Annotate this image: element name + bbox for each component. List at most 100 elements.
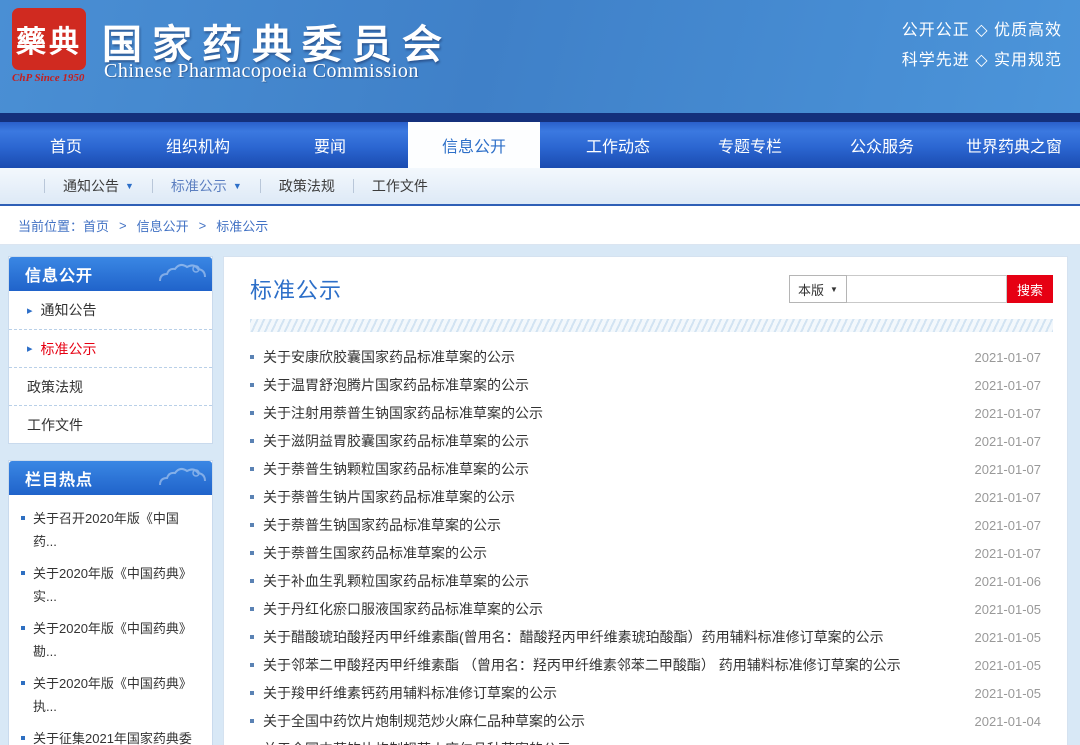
sidebar-item-work-documents[interactable]: 工作文件 — [9, 405, 212, 443]
subnav-item-policies[interactable]: 政策法规 — [279, 176, 335, 196]
hot-topic-link: 关于2020年版《中国药典》执... — [33, 672, 202, 718]
subnav-separator — [152, 179, 153, 193]
sidebar-section-hot-topics: 栏目热点 关于召开2020年版《中国药... 关于2020年版《中国药典》实..… — [8, 460, 213, 745]
table-row[interactable]: 关于滋阴益胃胶囊国家药品标准草案的公示 2021-01-07 — [250, 427, 1053, 455]
chevron-down-icon: ▼ — [125, 181, 134, 191]
slogans: 公开公正 ◇ 优质高效 科学先进 ◇ 实用规范 — [902, 16, 1062, 76]
announcement-link[interactable]: 关于安康欣胶囊国家药品标准草案的公示 — [263, 347, 515, 367]
hot-topic-link: 关于召开2020年版《中国药... — [33, 507, 202, 553]
breadcrumb-link-standard-publicity[interactable]: 标准公示 — [216, 216, 268, 235]
bullet-icon — [21, 681, 25, 685]
subnav-item-label: 通知公告 — [63, 176, 119, 196]
table-row[interactable]: 关于补血生乳颗粒国家药品标准草案的公示 2021-01-06 — [250, 567, 1053, 595]
navy-divider — [0, 113, 1080, 122]
list-item[interactable]: 关于征集2021年国家药典委员... — [21, 727, 202, 745]
main-header: 标准公示 本版 ▼ 搜索 — [250, 273, 1053, 305]
bullet-icon — [250, 383, 254, 387]
search-scope-select[interactable]: 本版 ▼ — [789, 275, 847, 303]
announcement-link[interactable]: 关于萘普生钠片国家药品标准草案的公示 — [263, 487, 515, 507]
sidebar: 信息公开 ▸ 通知公告 ▸ 标准公示 政策法规 工作文件 — [8, 256, 213, 745]
nav-item-public-service[interactable]: 公众服务 — [816, 122, 948, 168]
subnav-item-work-documents[interactable]: 工作文件 — [372, 176, 428, 196]
hot-topics-title-text: 栏目热点 — [25, 466, 93, 490]
table-row[interactable]: 关于羧甲纤维素钙药用辅料标准修订草案的公示 2021-01-05 — [250, 679, 1053, 707]
sidebar-item-notices[interactable]: ▸ 通知公告 — [9, 291, 212, 329]
nav-item-organization[interactable]: 组织机构 — [132, 122, 264, 168]
table-row[interactable]: 关于萘普生钠片国家药品标准草案的公示 2021-01-07 — [250, 483, 1053, 511]
announcement-link[interactable]: 关于邻苯二甲酸羟丙甲纤维素酯 （曾用名：羟丙甲纤维素邻苯二甲酸酯） 药用辅料标准… — [263, 655, 901, 675]
bullet-icon — [250, 607, 254, 611]
bullet-icon — [250, 411, 254, 415]
site-logo[interactable]: 藥典 — [12, 8, 86, 70]
arrow-right-icon: ▸ — [27, 304, 33, 317]
search-button[interactable]: 搜索 — [1007, 275, 1053, 303]
nav-item-work-trends[interactable]: 工作动态 — [552, 122, 684, 168]
breadcrumb: 当前位置： 首页 > 信息公开 > 标准公示 — [0, 206, 1080, 245]
announcement-link[interactable]: 关于萘普生国家药品标准草案的公示 — [263, 543, 487, 563]
slogan-line-2: 科学先进 ◇ 实用规范 — [902, 46, 1062, 76]
announcement-link[interactable]: 关于全国中药饮片炮制规范火麻仁品种草案的公示 — [263, 739, 571, 745]
announcement-date: 2021-01-04 — [975, 742, 1054, 745]
announcement-link[interactable]: 关于注射用萘普生钠国家药品标准草案的公示 — [263, 403, 543, 423]
announcement-date: 2021-01-07 — [975, 406, 1054, 421]
nav-item-world-pharmacopoeia[interactable]: 世界药典之窗 — [948, 122, 1080, 168]
subnav-item-standard-publicity[interactable]: 标准公示 ▼ — [171, 176, 242, 196]
slogan-line-1: 公开公正 ◇ 优质高效 — [902, 16, 1062, 46]
nav-item-special-topics[interactable]: 专题专栏 — [684, 122, 816, 168]
table-row[interactable]: 关于全国中药饮片炮制规范火麻仁品种草案的公示 2021-01-04 — [250, 735, 1053, 745]
announcement-link[interactable]: 关于醋酸琥珀酸羟丙甲纤维素酯(曾用名：醋酸羟丙甲纤维素琥珀酸酯）药用辅料标准修订… — [263, 627, 884, 647]
announcement-link[interactable]: 关于全国中药饮片炮制规范炒火麻仁品种草案的公示 — [263, 711, 585, 731]
table-row[interactable]: 关于全国中药饮片炮制规范炒火麻仁品种草案的公示 2021-01-04 — [250, 707, 1053, 735]
bullet-icon — [250, 495, 254, 499]
table-row[interactable]: 关于注射用萘普生钠国家药品标准草案的公示 2021-01-07 — [250, 399, 1053, 427]
breadcrumb-link-information-disclosure[interactable]: 信息公开 — [137, 216, 189, 235]
announcement-date: 2021-01-07 — [975, 434, 1054, 449]
announcement-link[interactable]: 关于萘普生钠国家药品标准草案的公示 — [263, 515, 501, 535]
announcement-link[interactable]: 关于丹红化瘀口服液国家药品标准草案的公示 — [263, 599, 543, 619]
breadcrumb-link-home[interactable]: 首页 — [83, 216, 109, 235]
hot-topics-title: 栏目热点 — [9, 461, 212, 495]
bullet-icon — [250, 663, 254, 667]
announcement-date: 2021-01-07 — [975, 350, 1054, 365]
announcement-date: 2021-01-05 — [975, 602, 1054, 617]
bullet-icon — [21, 736, 25, 740]
sidebar-item-policies[interactable]: 政策法规 — [9, 367, 212, 405]
subnav-item-notices[interactable]: 通知公告 ▼ — [63, 176, 134, 196]
list-item[interactable]: 关于2020年版《中国药典》勘... — [21, 617, 202, 663]
announcement-link[interactable]: 关于萘普生钠颗粒国家药品标准草案的公示 — [263, 459, 529, 479]
announcement-link[interactable]: 关于羧甲纤维素钙药用辅料标准修订草案的公示 — [263, 683, 557, 703]
nav-item-home[interactable]: 首页 — [0, 122, 132, 168]
table-row[interactable]: 关于丹红化瘀口服液国家药品标准草案的公示 2021-01-05 — [250, 595, 1053, 623]
announcement-date: 2021-01-07 — [975, 462, 1054, 477]
site-banner: 藥典 ChP Since 1950 国家药典委员会 Chinese Pharma… — [0, 0, 1080, 113]
hot-topics-list: 关于召开2020年版《中国药... 关于2020年版《中国药典》实... 关于2… — [9, 495, 212, 745]
nav-item-information-disclosure[interactable]: 信息公开 — [408, 122, 540, 168]
main-panel: 标准公示 本版 ▼ 搜索 关于安康欣胶囊国家药品标准草案的公示 2021-01-… — [223, 256, 1068, 745]
sidebar-item-standard-publicity[interactable]: ▸ 标准公示 — [9, 329, 212, 367]
hot-topic-link: 关于2020年版《中国药典》勘... — [33, 617, 202, 663]
list-item[interactable]: 关于2020年版《中国药典》实... — [21, 562, 202, 608]
list-item[interactable]: 关于召开2020年版《中国药... — [21, 507, 202, 553]
search-input[interactable] — [847, 275, 1007, 303]
nav-item-news[interactable]: 要闻 — [264, 122, 396, 168]
table-row[interactable]: 关于邻苯二甲酸羟丙甲纤维素酯 （曾用名：羟丙甲纤维素邻苯二甲酸酯） 药用辅料标准… — [250, 651, 1053, 679]
announcement-date: 2021-01-05 — [975, 686, 1054, 701]
chevron-down-icon: ▼ — [830, 285, 838, 294]
subnav-separator — [353, 179, 354, 193]
announcement-link[interactable]: 关于补血生乳颗粒国家药品标准草案的公示 — [263, 571, 529, 591]
hot-topic-link: 关于征集2021年国家药典委员... — [33, 727, 202, 745]
table-row[interactable]: 关于萘普生钠国家药品标准草案的公示 2021-01-07 — [250, 511, 1053, 539]
announcement-date: 2021-01-05 — [975, 658, 1054, 673]
table-row[interactable]: 关于安康欣胶囊国家药品标准草案的公示 2021-01-07 — [250, 343, 1053, 371]
sidebar-item-label: 通知公告 — [41, 300, 97, 320]
list-item[interactable]: 关于2020年版《中国药典》执... — [21, 672, 202, 718]
chevron-down-icon: ▼ — [233, 181, 242, 191]
announcement-link[interactable]: 关于温胃舒泡腾片国家药品标准草案的公示 — [263, 375, 529, 395]
breadcrumb-separator: > — [119, 218, 127, 233]
table-row[interactable]: 关于萘普生国家药品标准草案的公示 2021-01-07 — [250, 539, 1053, 567]
table-row[interactable]: 关于醋酸琥珀酸羟丙甲纤维素酯(曾用名：醋酸羟丙甲纤维素琥珀酸酯）药用辅料标准修订… — [250, 623, 1053, 651]
sidebar-item-label: 工作文件 — [27, 415, 83, 435]
table-row[interactable]: 关于温胃舒泡腾片国家药品标准草案的公示 2021-01-07 — [250, 371, 1053, 399]
table-row[interactable]: 关于萘普生钠颗粒国家药品标准草案的公示 2021-01-07 — [250, 455, 1053, 483]
announcement-link[interactable]: 关于滋阴益胃胶囊国家药品标准草案的公示 — [263, 431, 529, 451]
